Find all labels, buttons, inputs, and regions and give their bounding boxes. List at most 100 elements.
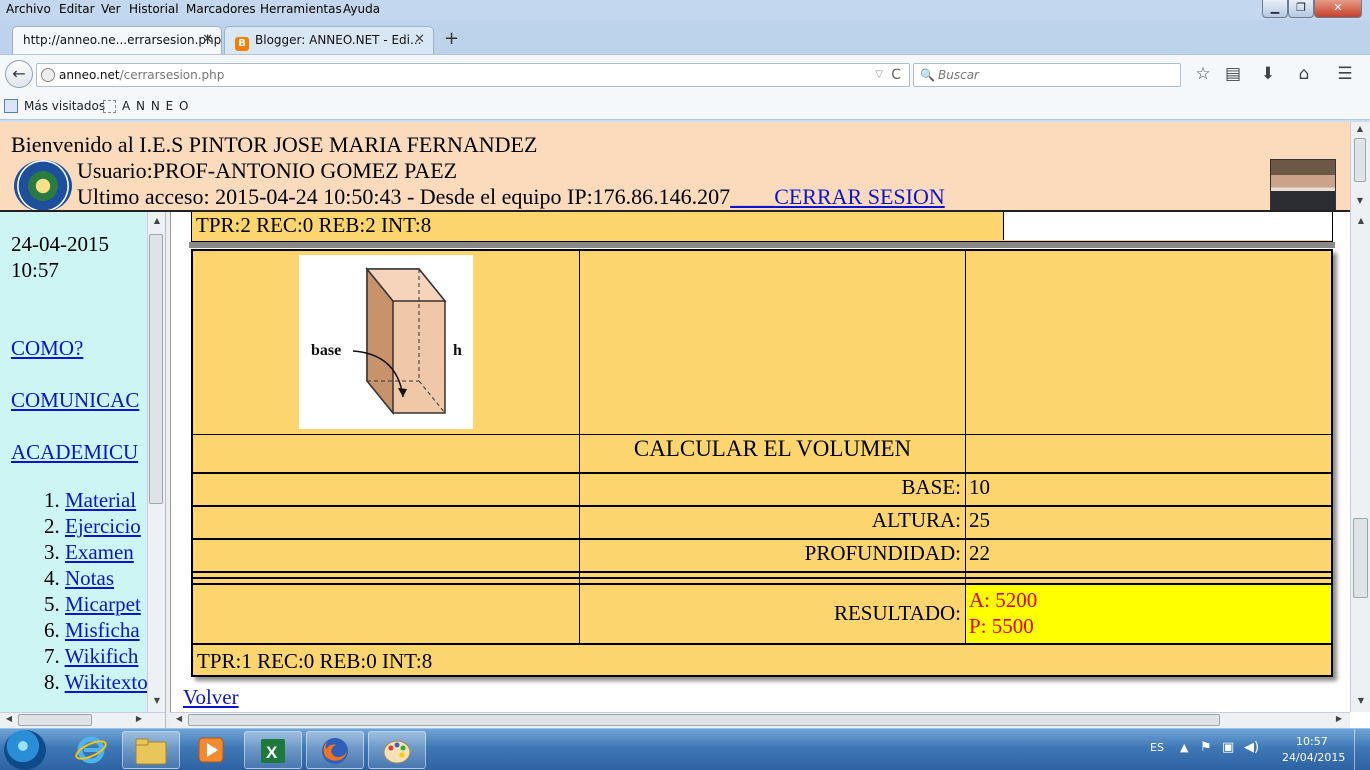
main-scrollbar[interactable]: ▲ ▼ <box>1350 212 1370 712</box>
list-item: 4. Notas <box>44 566 114 591</box>
row-divider <box>193 571 1331 573</box>
reload-icon[interactable]: C <box>891 64 901 86</box>
bookmark-mas-visitados[interactable]: Más visitados <box>24 99 105 113</box>
show-desktop-button[interactable] <box>1354 729 1370 770</box>
sidebar-item-wikitexto[interactable]: Wikitexto <box>65 670 148 694</box>
star-icon[interactable]: ☆ <box>1192 64 1214 84</box>
language-indicator[interactable]: ES <box>1150 741 1164 754</box>
new-tab-button[interactable]: + <box>444 28 459 49</box>
reading-list-icon[interactable]: ▤ <box>1222 64 1244 84</box>
tab-close-icon[interactable]: ✕ <box>414 27 425 53</box>
sidebar-item-misficha[interactable]: Misficha <box>65 618 140 642</box>
scroll-left-icon[interactable]: ◀ <box>170 714 188 723</box>
exercise-table: base h CALCULAR EL VOLUMEN BASE: 10 ALTU… <box>191 249 1333 677</box>
scroll-down-icon[interactable]: ▼ <box>1351 196 1369 205</box>
scroll-up-icon[interactable]: ▲ <box>148 216 166 225</box>
scroll-up-icon[interactable]: ▲ <box>1351 124 1369 133</box>
excel-logo: X <box>261 739 285 763</box>
main-hscroll-thumb[interactable] <box>188 714 1220 726</box>
tab-close-icon[interactable]: ✕ <box>202 27 213 53</box>
paint-logo <box>383 740 411 764</box>
scroll-down-icon[interactable]: ▼ <box>1352 696 1370 705</box>
profundidad-field-label: PROFUNDIDAD: <box>804 541 961 565</box>
download-icon[interactable]: ⬇ <box>1257 64 1279 84</box>
file-explorer-icon[interactable] <box>122 731 180 769</box>
main-horizontal-scrollbar[interactable]: ◀ ▶ <box>170 712 1350 728</box>
action-center-icon[interactable]: ⚑ <box>1200 740 1212 755</box>
sidebar-item-wikificha[interactable]: Wikifich <box>65 644 139 668</box>
scroll-up-icon[interactable]: ▲ <box>1352 216 1370 225</box>
show-hidden-icons-icon[interactable]: ▲ <box>1180 741 1188 754</box>
scroll-right-icon[interactable]: ▶ <box>130 714 148 723</box>
sidebar-item-material[interactable]: Material <box>65 488 136 512</box>
row-divider <box>193 505 1331 507</box>
menu-historial[interactable]: Historial <box>129 2 179 16</box>
svg-text:X: X <box>266 743 278 762</box>
previous-stats: TPR:2 REC:0 REB:2 INT:8 <box>192 212 1004 240</box>
menu-archivo[interactable]: Archivo <box>6 2 51 16</box>
back-button[interactable]: ← <box>5 60 33 88</box>
menu-ayuda[interactable]: Ayuda <box>343 2 380 16</box>
separator <box>189 242 1335 248</box>
sidebar-item-examen[interactable]: Examen <box>65 540 134 564</box>
list-item: 8. Wikitexto <box>44 670 148 695</box>
network-icon[interactable]: ▣ <box>1222 740 1234 755</box>
close-window-button[interactable]: ✕ <box>1314 0 1362 18</box>
start-button[interactable] <box>4 730 46 770</box>
sidebar-horizontal-scrollbar[interactable]: ◀ ▶ <box>0 712 165 728</box>
sidebar-scrollbar[interactable]: ▲ ▼ <box>147 212 165 712</box>
bookmark-anneo[interactable]: A N N E O <box>122 99 189 113</box>
list-number: 3. <box>44 540 60 564</box>
logout-link[interactable]: ____CERRAR SESION <box>730 184 945 209</box>
sidebar-link-comunicacion[interactable]: COMUNICAC <box>11 388 139 413</box>
header-scroll-thumb[interactable] <box>1354 138 1366 182</box>
menu-ver[interactable]: Ver <box>101 2 121 16</box>
logout-spacer: ____ <box>730 184 775 209</box>
scroll-left-icon[interactable]: ◀ <box>0 714 18 723</box>
welcome-text: Bienvenido al I.E.S PINTOR JOSE MARIA FE… <box>11 132 538 157</box>
tab-cerrarsesion[interactable]: http://anneo.ne...errarsesion.php ✕ <box>12 26 222 54</box>
search-input[interactable]: 🔍 Buscar <box>913 63 1181 87</box>
scroll-down-icon[interactable]: ▼ <box>148 696 166 705</box>
home-icon[interactable]: ⌂ <box>1293 64 1315 84</box>
list-number: 4. <box>44 566 60 590</box>
system-tray: ES ▲ ⚑ ▣ ◀) 10:57 24/04/2015 <box>1140 729 1370 770</box>
sidebar-time: 10:57 <box>11 258 59 282</box>
row-divider <box>193 538 1331 540</box>
paint-icon[interactable] <box>368 731 426 769</box>
sidebar-item-micarpeta[interactable]: Micarpet <box>65 592 141 616</box>
media-player-icon[interactable] <box>182 731 240 769</box>
minimize-button[interactable]: ▁ <box>1262 0 1288 18</box>
header-scrollbar[interactable]: ▲ ▼ <box>1350 122 1370 212</box>
taskbar: X ES ▲ ⚑ ▣ ◀) 10:57 24/04/2015 <box>0 728 1370 770</box>
hamburger-menu-icon[interactable]: ☰ <box>1334 64 1356 84</box>
prism-image: base h <box>299 255 473 429</box>
scroll-right-icon[interactable]: ▶ <box>1330 714 1348 723</box>
tab-blogger[interactable]: B Blogger: ANNEO.NET - Edi... ✕ <box>224 26 434 54</box>
volume-icon[interactable]: ◀) <box>1244 740 1259 755</box>
user-avatar <box>1270 159 1336 210</box>
firefox-icon[interactable] <box>306 731 364 769</box>
menu-marcadores[interactable]: Marcadores <box>186 2 256 16</box>
clock-date[interactable]: 24/04/2015 <box>1282 751 1345 764</box>
sidebar-link-academicum[interactable]: ACADEMICU <box>11 440 138 465</box>
main-scroll-thumb[interactable] <box>1353 518 1368 598</box>
volver-link[interactable]: Volver <box>183 685 239 710</box>
menu-herramientas[interactable]: Herramientas <box>260 2 342 16</box>
clock-time[interactable]: 10:57 <box>1296 735 1328 748</box>
url-dropdown-icon[interactable]: ▽ <box>875 64 883 86</box>
sidebar-scroll-thumb[interactable] <box>149 234 163 504</box>
menu-editar[interactable]: Editar <box>59 2 95 16</box>
result-label: RESULTADO: <box>833 601 961 625</box>
internet-explorer-icon[interactable] <box>62 731 120 769</box>
sidebar-item-ejercicio[interactable]: Ejercicio <box>65 514 141 538</box>
last-access: Ultimo acceso: 2015-04-24 10:50:43 - Des… <box>77 184 945 210</box>
url-bar[interactable]: anneo.net/cerrarsesion.php ▽ C <box>36 63 910 87</box>
maximize-button[interactable]: ❐ <box>1288 0 1314 18</box>
excel-icon[interactable]: X <box>244 731 302 769</box>
sidebar-item-notas[interactable]: Notas <box>65 566 114 590</box>
prism-drawing: base h <box>311 266 462 416</box>
sidebar-hscroll-thumb[interactable] <box>18 714 92 726</box>
list-item: 3. Examen <box>44 540 134 565</box>
sidebar-link-como[interactable]: COMO? <box>11 336 83 361</box>
